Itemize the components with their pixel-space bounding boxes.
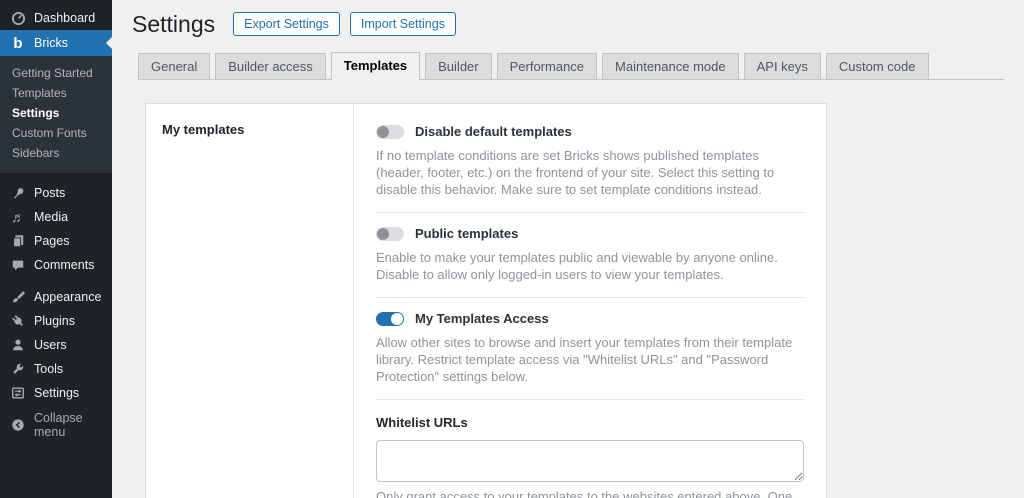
comment-icon: [10, 257, 26, 273]
tab-general[interactable]: General: [138, 53, 210, 79]
toggle-knob: [377, 228, 389, 240]
sidebar-item-comments[interactable]: Comments: [0, 253, 112, 277]
page-header: Settings Export Settings Import Settings: [112, 0, 1024, 38]
sidebar-item-pages[interactable]: Pages: [0, 229, 112, 253]
tab-builder-access[interactable]: Builder access: [215, 53, 326, 79]
sidebar-item-label: Dashboard: [34, 11, 95, 25]
submenu-item-getting-started[interactable]: Getting Started: [0, 63, 112, 83]
tab-builder[interactable]: Builder: [425, 53, 491, 79]
sidebar-item-label: Comments: [34, 258, 94, 272]
setting-label: My Templates Access: [415, 311, 549, 326]
sidebar-item-settings[interactable]: Settings: [0, 381, 112, 405]
sidebar-item-label: Appearance: [34, 290, 101, 304]
bricks-logo: b: [10, 35, 26, 51]
pages-icon: [10, 233, 26, 249]
public-templates-toggle[interactable]: [376, 227, 404, 241]
setting-description: Enable to make your templates public and…: [376, 249, 804, 283]
setting-public-templates: Public templates Enable to make your tem…: [376, 213, 804, 298]
admin-content: Settings Export Settings Import Settings…: [112, 0, 1024, 498]
tab-custom-code[interactable]: Custom code: [826, 53, 929, 79]
sidebar-item-label: Media: [34, 210, 68, 224]
sidebar-item-label: Collapse menu: [34, 411, 106, 439]
plugin-icon: [10, 313, 26, 329]
section-title: My templates: [162, 122, 343, 137]
submenu-item-settings[interactable]: Settings: [0, 103, 112, 123]
sidebar-item-label: Settings: [34, 386, 79, 400]
settings-icon: [10, 385, 26, 401]
collapse-icon: [10, 417, 26, 433]
sidebar-item-users[interactable]: Users: [0, 333, 112, 357]
disable-default-templates-toggle[interactable]: [376, 125, 404, 139]
sidebar-item-label: Users: [34, 338, 67, 352]
brush-icon: [10, 289, 26, 305]
sidebar-item-dashboard[interactable]: Dashboard: [0, 6, 112, 30]
setting-description: Only grant access to your templates to t…: [376, 489, 804, 498]
sidebar-item-plugins[interactable]: Plugins: [0, 309, 112, 333]
admin-sidebar: Dashboard b Bricks Getting Started Templ…: [0, 0, 112, 498]
sidebar-item-media[interactable]: ♬ Media: [0, 205, 112, 229]
submenu-item-templates[interactable]: Templates: [0, 83, 112, 103]
sidebar-item-label: Posts: [34, 186, 65, 200]
submenu-item-custom-fonts[interactable]: Custom Fonts: [0, 123, 112, 143]
tab-maintenance-mode[interactable]: Maintenance mode: [602, 53, 739, 79]
whitelist-urls-textarea[interactable]: [376, 440, 804, 482]
bricks-submenu: Getting Started Templates Settings Custo…: [0, 56, 112, 173]
tab-api-keys[interactable]: API keys: [744, 53, 821, 79]
media-icon: ♬: [10, 209, 26, 225]
setting-description: Allow other sites to browse and insert y…: [376, 334, 804, 385]
setting-whitelist-urls: Whitelist URLs Only grant access to your…: [376, 400, 804, 498]
export-settings-button[interactable]: Export Settings: [233, 12, 340, 36]
my-templates-access-toggle[interactable]: [376, 312, 404, 326]
sidebar-item-posts[interactable]: Posts: [0, 181, 112, 205]
sidebar-item-label: Bricks: [34, 36, 68, 50]
settings-tabs: General Builder access Templates Builder…: [138, 52, 1004, 80]
setting-disable-default-templates: Disable default templates If no template…: [376, 111, 804, 213]
panel-settings-column: Disable default templates If no template…: [354, 104, 826, 498]
tab-performance[interactable]: Performance: [497, 53, 597, 79]
sidebar-item-tools[interactable]: Tools: [0, 357, 112, 381]
sidebar-item-bricks[interactable]: b Bricks: [0, 30, 112, 56]
setting-label: Public templates: [415, 226, 518, 241]
toggle-knob: [391, 313, 403, 325]
templates-settings-panel: My templates Disable default templates I…: [145, 103, 827, 498]
page-title: Settings: [132, 10, 215, 38]
toggle-knob: [377, 126, 389, 138]
submenu-item-sidebars[interactable]: Sidebars: [0, 143, 112, 163]
setting-label: Disable default templates: [415, 124, 572, 139]
pin-icon: [10, 185, 26, 201]
tab-templates[interactable]: Templates: [331, 52, 420, 80]
import-settings-button[interactable]: Import Settings: [350, 12, 456, 36]
sidebar-item-appearance[interactable]: Appearance: [0, 285, 112, 309]
sidebar-item-label: Pages: [34, 234, 69, 248]
panel-section-column: My templates: [146, 104, 354, 498]
dashboard-icon: [10, 10, 26, 26]
user-icon: [10, 337, 26, 353]
setting-my-templates-access: My Templates Access Allow other sites to…: [376, 298, 804, 400]
whitelist-urls-heading: Whitelist URLs: [376, 415, 804, 430]
current-menu-arrow: [106, 37, 112, 49]
collapse-menu-button[interactable]: Collapse menu: [0, 413, 112, 437]
wrench-icon: [10, 361, 26, 377]
setting-description: If no template conditions are set Bricks…: [376, 147, 804, 198]
sidebar-item-label: Tools: [34, 362, 63, 376]
sidebar-item-label: Plugins: [34, 314, 75, 328]
